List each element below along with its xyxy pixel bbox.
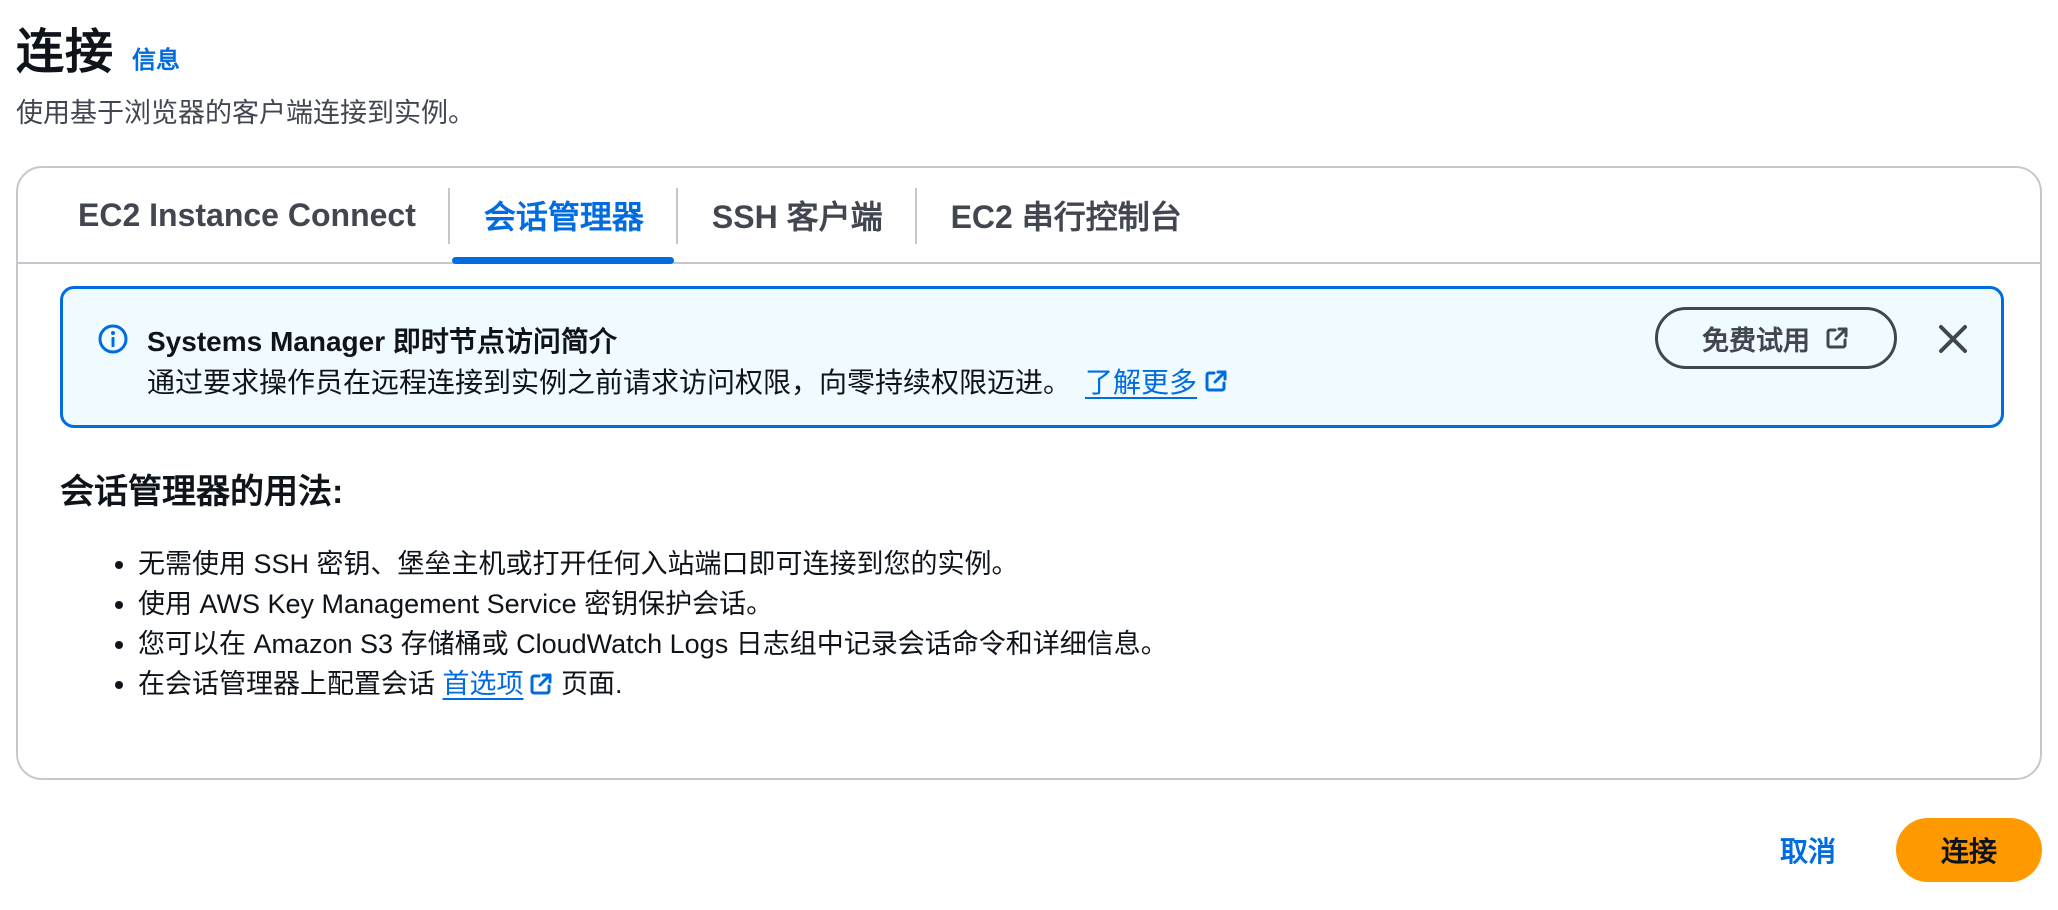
title-row: 连接 信息 [16, 24, 475, 82]
tab-session-manager[interactable]: 会话管理器 [450, 168, 676, 264]
usage-list: 无需使用 SSH 密钥、堡垒主机或打开任何入站端口即可连接到您的实例。 使用 A… [60, 544, 1168, 704]
external-link-icon [1205, 370, 1227, 392]
learn-more-label: 了解更多 [1085, 367, 1198, 398]
page-title: 连接 [16, 26, 115, 79]
list-item: 使用 AWS Key Management Service 密钥保护会话。 [138, 584, 1168, 624]
connect-page: 连接 信息 使用基于浏览器的客户端连接到实例。 EC2 Instance Con… [0, 0, 2058, 910]
list-item-suffix: 页面. [553, 669, 623, 699]
free-trial-button[interactable]: 免费试用 [1655, 307, 1897, 369]
banner-title: Systems Manager 即时节点访问简介 [147, 326, 617, 357]
banner-body-text: 通过要求操作员在远程连接到实例之前请求访问权限，向零持续权限迈进。 [147, 367, 1072, 398]
footer-actions: 取消 连接 [1780, 818, 2042, 882]
tab-bar: EC2 Instance Connect 会话管理器 SSH 客户端 EC2 串… [18, 168, 2040, 264]
tab-ec2-serial-console[interactable]: EC2 串行控制台 [917, 168, 1214, 262]
cancel-button[interactable]: 取消 [1780, 830, 1836, 870]
external-link-icon [1826, 327, 1848, 349]
free-trial-label: 免费试用 [1702, 325, 1810, 356]
list-item-prefix: 在会话管理器上配置会话 [138, 669, 443, 699]
info-link[interactable]: 信息 [132, 40, 180, 75]
usage-heading: 会话管理器的用法: [60, 473, 344, 511]
connect-method-card: EC2 Instance Connect 会话管理器 SSH 客户端 EC2 串… [16, 166, 2042, 780]
page-header: 连接 信息 使用基于浏览器的客户端连接到实例。 [16, 24, 475, 130]
connect-button[interactable]: 连接 [1896, 818, 2042, 882]
tab-ec2-instance-connect[interactable]: EC2 Instance Connect [44, 168, 448, 262]
banner-close-button[interactable] [1933, 319, 1973, 359]
info-banner: Systems Manager 即时节点访问简介 通过要求操作员在远程连接到实例… [60, 286, 2004, 428]
session-manager-usage: 会话管理器的用法: 无需使用 SSH 密钥、堡垒主机或打开任何入站端口即可连接到… [60, 470, 1168, 704]
info-icon [98, 324, 128, 354]
banner-body: 通过要求操作员在远程连接到实例之前请求访问权限，向零持续权限迈进。 了解更多 [147, 361, 1229, 401]
list-item: 您可以在 Amazon S3 存储桶或 CloudWatch Logs 日志组中… [138, 624, 1168, 664]
external-link-icon [530, 673, 552, 695]
learn-more-link[interactable]: 了解更多 [1085, 361, 1229, 401]
close-icon [1939, 325, 1967, 353]
tab-ssh-client[interactable]: SSH 客户端 [678, 168, 915, 262]
list-item: 无需使用 SSH 密钥、堡垒主机或打开任何入站端口即可连接到您的实例。 [138, 544, 1168, 584]
list-item: 在会话管理器上配置会话 首选项 页面. [138, 664, 1168, 704]
preferences-link-label: 首选项 [442, 669, 524, 699]
preferences-link[interactable]: 首选项 [443, 664, 554, 704]
page-subtitle: 使用基于浏览器的客户端连接到实例。 [16, 98, 475, 128]
